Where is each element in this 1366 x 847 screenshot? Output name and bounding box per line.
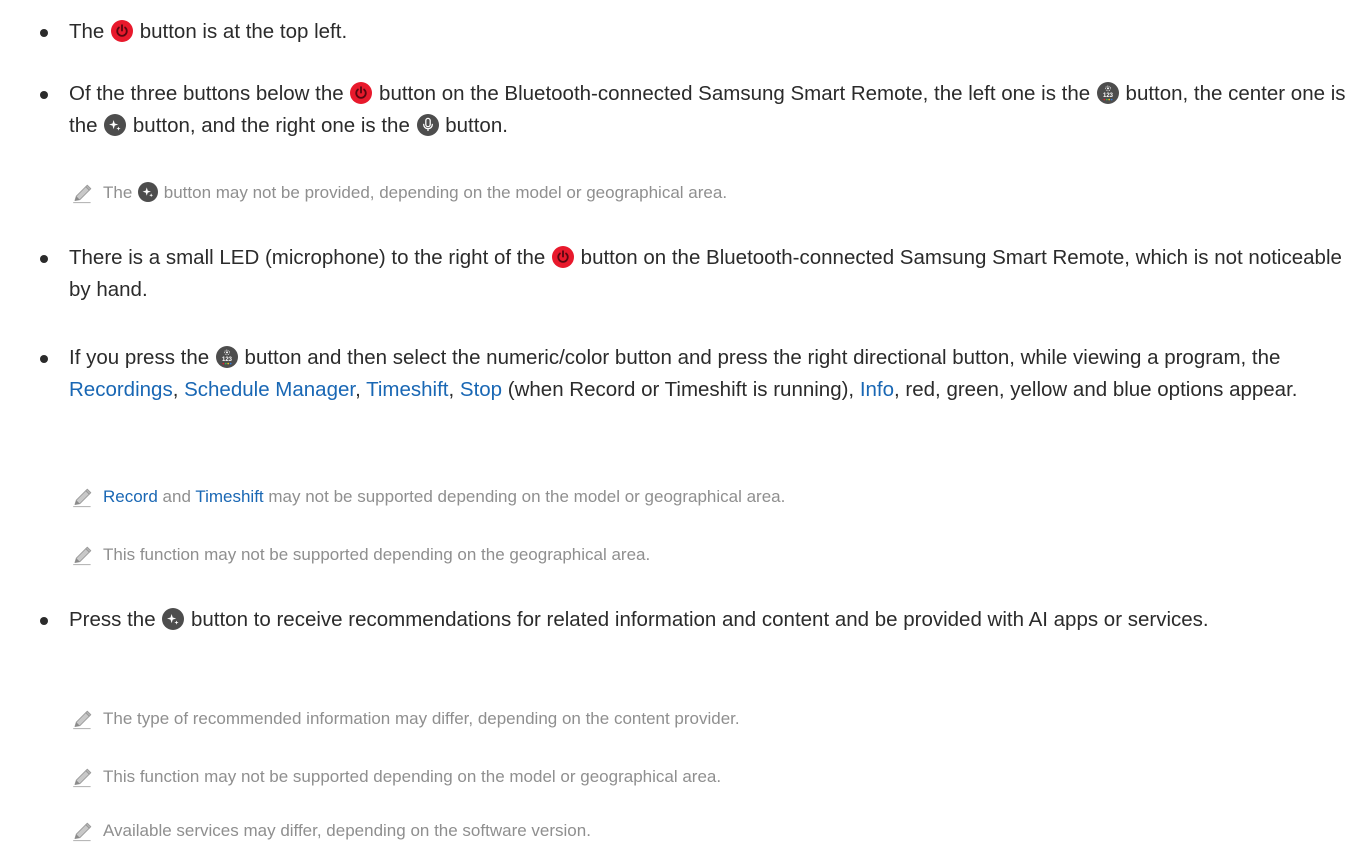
microphone-button-icon	[417, 114, 439, 136]
link-record[interactable]: Record	[103, 487, 158, 506]
bullet-item-led-microphone: There is a small LED (microphone) to the…	[40, 242, 1350, 306]
pencil-note-icon	[72, 488, 92, 508]
text-fragment: button may not be provided, depending on…	[159, 183, 728, 202]
text-fragment: ,	[172, 378, 185, 401]
text-fragment: and	[157, 487, 196, 506]
pencil-note-icon	[72, 768, 92, 788]
numeric-123-button-icon	[1097, 82, 1119, 104]
note-text: This function may not be supported depen…	[103, 767, 722, 786]
document-page: The button is at the top left. Of the th…	[0, 0, 1366, 847]
bullet-item-numeric-color-options: If you press the button and then select …	[40, 342, 1350, 406]
note-item-record-timeshift-support: Record and Timeshift may not be supporte…	[72, 484, 1342, 510]
text-fragment: The	[103, 183, 138, 202]
text-fragment: button and then select the numeric/color…	[238, 346, 1281, 369]
bullet-dot	[40, 255, 48, 263]
link-timeshift[interactable]: Timeshift	[195, 487, 263, 506]
bullet-dot	[40, 91, 48, 99]
link-info[interactable]: Info	[860, 378, 894, 401]
ai-button-icon	[162, 608, 184, 630]
bullet-item-ai-button: Press the button to receive recommendati…	[40, 604, 1350, 636]
note-text: Record and Timeshift may not be supporte…	[103, 484, 1342, 510]
bullet-item-power-location: The button is at the top left.	[40, 16, 1350, 48]
text-fragment: If you press the	[69, 346, 215, 369]
link-timeshift[interactable]: Timeshift	[366, 378, 448, 401]
text-fragment: There is a small LED (microphone) to the…	[69, 246, 551, 269]
numeric-123-button-icon	[216, 346, 238, 368]
text-fragment: , red, green, yellow and blue options ap…	[894, 378, 1298, 401]
pencil-note-icon	[72, 184, 92, 204]
text-fragment: ,	[448, 378, 460, 401]
link-stop[interactable]: Stop	[460, 378, 502, 401]
power-button-icon	[350, 82, 372, 104]
text-fragment: button on the Bluetooth-connected Samsun…	[373, 82, 1096, 105]
text-fragment: may not be supported depending on the mo…	[263, 487, 786, 506]
bullet-text: Of the three buttons below the button on…	[69, 78, 1350, 142]
text-fragment: Press the	[69, 608, 162, 631]
bullet-item-three-buttons: Of the three buttons below the button on…	[40, 78, 1350, 142]
pencil-note-icon	[72, 710, 92, 730]
text-fragment: button is at the top left.	[134, 20, 348, 43]
text-fragment: (when Record or Timeshift is running),	[502, 378, 860, 401]
bullet-text: There is a small LED (microphone) to the…	[69, 242, 1350, 306]
text-fragment: button to receive recommendations for re…	[185, 608, 1209, 631]
text-fragment: Of the three buttons below the	[69, 82, 350, 105]
link-recordings[interactable]: Recordings	[69, 378, 173, 401]
link-schedule-manager[interactable]: Schedule Manager	[184, 378, 355, 401]
note-item-ai-availability: The button may not be provided, dependin…	[72, 180, 1342, 206]
bullet-text: If you press the button and then select …	[69, 342, 1350, 406]
text-fragment: The	[69, 20, 111, 43]
note-text: The button may not be provided, dependin…	[103, 180, 1342, 206]
note-item-content-provider: The type of recommended information may …	[72, 706, 1342, 732]
power-button-icon	[552, 246, 574, 268]
text-fragment: button.	[439, 114, 508, 137]
bullet-dot	[40, 29, 48, 37]
note-item-geo-support: This function may not be supported depen…	[72, 542, 1342, 568]
text-fragment: ,	[355, 378, 367, 401]
pencil-note-icon	[72, 546, 92, 566]
note-item-software-version: Available services may differ, depending…	[72, 818, 1342, 844]
bullet-text: Press the button to receive recommendati…	[69, 604, 1350, 636]
note-item-model-geo-support: This function may not be supported depen…	[72, 764, 1342, 790]
bullet-dot	[40, 355, 48, 363]
pencil-note-icon	[72, 822, 92, 842]
bullet-dot	[40, 617, 48, 625]
ai-button-icon	[138, 182, 158, 202]
text-fragment: button, and the right one is the	[127, 114, 416, 137]
note-text: The type of recommended information may …	[103, 709, 740, 728]
note-text: This function may not be supported depen…	[103, 545, 651, 564]
ai-button-icon	[104, 114, 126, 136]
power-button-icon	[111, 20, 133, 42]
note-text: Available services may differ, depending…	[103, 821, 591, 840]
bullet-text: The button is at the top left.	[69, 16, 1350, 48]
